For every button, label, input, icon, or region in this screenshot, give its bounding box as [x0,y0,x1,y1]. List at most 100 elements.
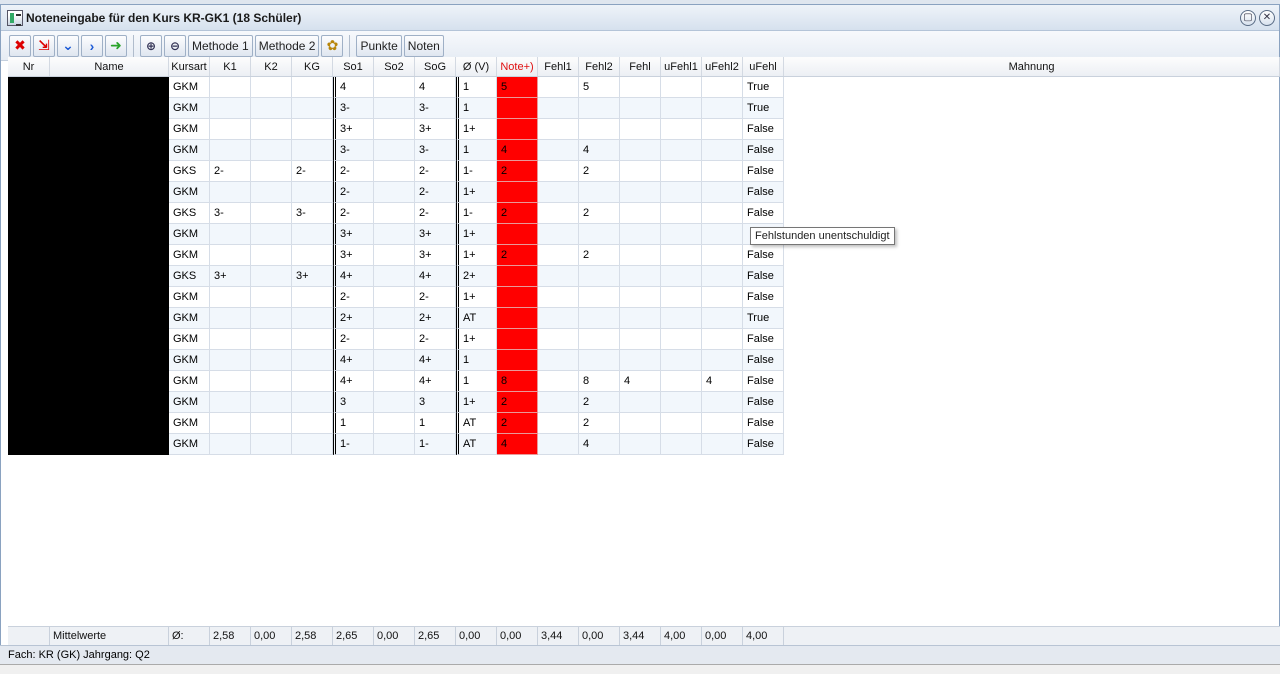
cell-k1[interactable] [210,224,251,245]
table-row[interactable]: GKM 3+ 3+ 1+ 2 2 False [8,245,1280,266]
table-row[interactable]: GKM 1- 1- AT 4 4 False [8,434,1280,455]
cell-so2[interactable] [374,371,415,392]
column-header-avg-v[interactable]: Ø (V) [456,57,497,76]
cell-ufehl2[interactable] [702,392,743,413]
cell-fehl2[interactable] [579,266,620,287]
column-header-k1[interactable]: K1 [210,57,251,76]
cell-avg-v[interactable]: AT [456,413,497,434]
cell-ufehl1[interactable] [661,350,702,371]
cell-ufehl1[interactable] [661,371,702,392]
cell-ufehl1[interactable] [661,203,702,224]
cell-fehl[interactable] [620,98,661,119]
cell-kg[interactable] [292,350,333,371]
cell-kg[interactable] [292,392,333,413]
table-row[interactable]: GKM 3- 3- 1 4 4 False [8,140,1280,161]
cell-ufehl[interactable]: False [743,434,784,455]
cell-so1[interactable]: 4+ [333,266,374,287]
cell-avg-v[interactable]: 1+ [456,329,497,350]
noten-button[interactable]: Noten [403,34,444,57]
cell-kursart[interactable]: GKS [169,203,210,224]
cell-so2[interactable] [374,413,415,434]
cell-note[interactable]: 4 [497,434,538,455]
cell-kursart[interactable]: GKM [169,140,210,161]
cell-k1[interactable] [210,245,251,266]
cell-fehl2[interactable]: 2 [579,161,620,182]
cell-so2[interactable] [374,392,415,413]
cell-ufehl1[interactable] [661,392,702,413]
column-header-sog[interactable]: SoG [415,57,456,76]
cell-ufehl2[interactable] [702,224,743,245]
cell-fehl[interactable] [620,245,661,266]
cell-name-redacted[interactable] [50,413,169,434]
cell-so1[interactable]: 4+ [333,371,374,392]
column-header-k2[interactable]: K2 [251,57,292,76]
cell-name-redacted[interactable] [50,266,169,287]
cell-k1[interactable] [210,329,251,350]
cell-name-redacted[interactable] [50,182,169,203]
cell-ufehl[interactable]: False [743,203,784,224]
cell-avg-v[interactable]: 1 [456,371,497,392]
cell-fehl1[interactable] [538,266,579,287]
cell-note[interactable] [497,329,538,350]
cell-name-redacted[interactable] [50,245,169,266]
cell-kursart[interactable]: GKM [169,182,210,203]
cell-avg-v[interactable]: 1+ [456,119,497,140]
cell-avg-v[interactable]: 1+ [456,287,497,308]
cell-kg[interactable] [292,287,333,308]
cell-so1[interactable]: 3+ [333,119,374,140]
cell-sog[interactable]: 2- [415,182,456,203]
cell-note[interactable]: 8 [497,371,538,392]
cell-nr-redacted[interactable] [8,266,50,287]
cell-sog[interactable]: 2- [415,287,456,308]
cell-ufehl[interactable]: False [743,413,784,434]
cell-fehl2[interactable]: 2 [579,413,620,434]
cell-k2[interactable] [251,77,292,98]
cell-fehl2[interactable] [579,182,620,203]
cell-nr-redacted[interactable] [8,98,50,119]
cell-fehl2[interactable] [579,350,620,371]
arrow-right-icon[interactable]: ➜ [105,34,127,57]
cell-k2[interactable] [251,98,292,119]
cell-fehl2[interactable] [579,308,620,329]
cell-fehl1[interactable] [538,140,579,161]
cell-nr-redacted[interactable] [8,140,50,161]
cell-kursart[interactable]: GKM [169,77,210,98]
cell-fehl1[interactable] [538,77,579,98]
cell-avg-v[interactable]: 1+ [456,245,497,266]
cell-fehl1[interactable] [538,119,579,140]
table-row[interactable]: GKS 3- 3- 2- 2- 1- 2 2 False [8,203,1280,224]
cell-ufehl[interactable]: False [743,266,784,287]
cell-so1[interactable]: 3+ [333,224,374,245]
cell-note[interactable]: 2 [497,413,538,434]
cell-sog[interactable]: 4+ [415,266,456,287]
cell-ufehl[interactable]: False [743,161,784,182]
cell-fehl1[interactable] [538,350,579,371]
cell-ufehl1[interactable] [661,245,702,266]
cell-k1[interactable]: 3+ [210,266,251,287]
cell-so1[interactable]: 2- [333,329,374,350]
cell-ufehl2[interactable]: 4 [702,371,743,392]
cell-fehl1[interactable] [538,161,579,182]
cell-ufehl1[interactable] [661,98,702,119]
chevron-right-icon[interactable]: › [81,34,103,57]
cell-so1[interactable]: 3- [333,98,374,119]
cell-ufehl1[interactable] [661,77,702,98]
cell-ufehl1[interactable] [661,287,702,308]
cell-ufehl[interactable]: False [743,329,784,350]
cell-k1[interactable] [210,182,251,203]
cell-kg[interactable] [292,329,333,350]
cell-fehl2[interactable] [579,119,620,140]
cell-ufehl[interactable]: False [743,140,784,161]
cell-so1[interactable]: 2- [333,287,374,308]
cell-ufehl1[interactable] [661,266,702,287]
cell-fehl[interactable] [620,434,661,455]
cell-so1[interactable]: 1 [333,413,374,434]
cell-name-redacted[interactable] [50,98,169,119]
cell-fehl1[interactable] [538,224,579,245]
cell-kursart[interactable]: GKS [169,161,210,182]
close-window-icon[interactable]: ✕ [1259,9,1275,26]
cell-sog[interactable]: 4+ [415,371,456,392]
cell-k1[interactable] [210,413,251,434]
cell-sog[interactable]: 1 [415,413,456,434]
cell-fehl1[interactable] [538,98,579,119]
